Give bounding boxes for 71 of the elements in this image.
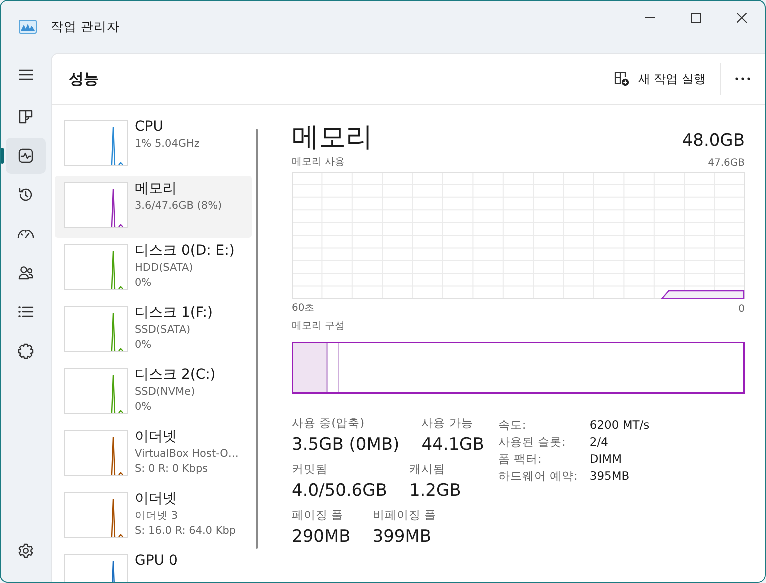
stat-label: 사용 가능 — [422, 416, 474, 431]
device-name: 메모리 — [135, 180, 177, 199]
history-icon — [17, 186, 35, 204]
users-icon — [17, 264, 35, 282]
stat-value: 4.0/50.6GB — [292, 481, 388, 501]
property-label: 하드웨어 예약: — [498, 469, 578, 484]
maximize-icon — [691, 13, 701, 23]
device-detail: SSD(NVMe) — [135, 385, 196, 400]
stat-label: 페이징 풀 — [292, 508, 345, 523]
app-icon — [19, 20, 37, 34]
stat-label: 커밋됨 — [292, 462, 329, 477]
device-detail: SSD(SATA) — [135, 323, 191, 338]
device-name: GPU 0 — [135, 552, 178, 571]
stat-value: 1.2GB — [409, 481, 462, 501]
property-label: 속도: — [498, 418, 528, 433]
axis-label: 0 — [738, 304, 745, 315]
stat-label: 비페이징 풀 — [372, 508, 436, 523]
stat-value: 399MB — [372, 527, 433, 547]
new-task-icon — [614, 71, 630, 87]
stat-value: 44.1GB — [422, 435, 484, 455]
device-item[interactable]: 이더넷 이더넷 3 S: 16.0 R: 64.0 Kbp — [55, 486, 252, 548]
device-name: 디스크 1(F:) — [135, 304, 213, 323]
device-detail: VirtualBox Host-O… — [135, 447, 239, 462]
run-new-task-button[interactable]: 새 작업 실행 — [606, 64, 714, 94]
settings-icon — [17, 542, 35, 560]
property-value: DIMM — [590, 452, 623, 467]
device-name: 디스크 2(C:) — [135, 366, 216, 385]
device-item[interactable]: 메모리 3.6/47.6GB (8%) — [55, 176, 252, 238]
device-detail: 0% — [135, 400, 152, 415]
grid-icon — [17, 108, 35, 126]
device-item[interactable]: 디스크 0(D: E:) HDD(SATA) 0% — [55, 238, 252, 300]
pulse-icon — [17, 147, 35, 165]
property-label: 폼 팩터: — [498, 452, 543, 467]
property-value: 6200 MT/s — [590, 418, 650, 433]
device-name: 디스크 0(D: E:) — [135, 242, 235, 261]
device-name: 이더넷 — [135, 428, 177, 447]
stat-label: 사용 중(압축) — [292, 416, 366, 431]
device-detail: 0% — [135, 276, 152, 291]
stat-label: 캐시됨 — [409, 462, 446, 477]
device-item[interactable]: 디스크 2(C:) SSD(NVMe) 0% — [55, 362, 252, 424]
more-icon — [735, 77, 751, 81]
device-detail: 3.6/47.6GB (8%) — [135, 199, 222, 214]
device-detail: S: 0 R: 0 Kbps — [135, 462, 208, 477]
scrollbar[interactable] — [256, 129, 258, 549]
chart-label: 메모리 사용 — [292, 156, 346, 169]
stat-value: 3.5GB (0MB) — [292, 435, 400, 455]
detail-title: 메모리 — [292, 121, 373, 155]
device-name: 이더넷 — [135, 490, 177, 509]
property-value: 2/4 — [590, 435, 610, 450]
gauge-icon — [17, 230, 35, 238]
window-title: 작업 관리자 — [51, 18, 120, 36]
device-name: CPU — [135, 118, 164, 137]
device-detail: 이더넷 3 — [135, 509, 178, 524]
device-detail: HDD(SATA) — [135, 261, 194, 276]
device-item[interactable]: GPU 0 — [55, 548, 252, 582]
chart-label: 메모리 구성 — [292, 320, 346, 333]
device-detail: 0% — [135, 338, 152, 353]
device-detail: S: 16.0 R: 64.0 Kbp — [135, 524, 236, 539]
device-item[interactable]: 디스크 1(F:) SSD(SATA) 0% — [55, 300, 252, 362]
property-value: 395MB — [590, 469, 631, 484]
device-detail: 1% 5.04GHz — [135, 137, 200, 152]
property-label: 사용된 슬롯: — [498, 435, 567, 450]
cog-icon — [17, 342, 35, 360]
axis-label: 60초 — [292, 302, 315, 315]
close-icon — [737, 13, 747, 23]
stat-value: 290MB — [292, 527, 351, 547]
device-item[interactable]: CPU 1% 5.04GHz — [55, 114, 252, 176]
page-title: 성능 — [69, 70, 100, 88]
total-memory: 48.0GB — [682, 131, 745, 151]
device-item[interactable]: 이더넷 VirtualBox Host-O… S: 0 R: 0 Kbps — [55, 424, 252, 486]
chart-max-label: 47.6GB — [708, 158, 745, 169]
